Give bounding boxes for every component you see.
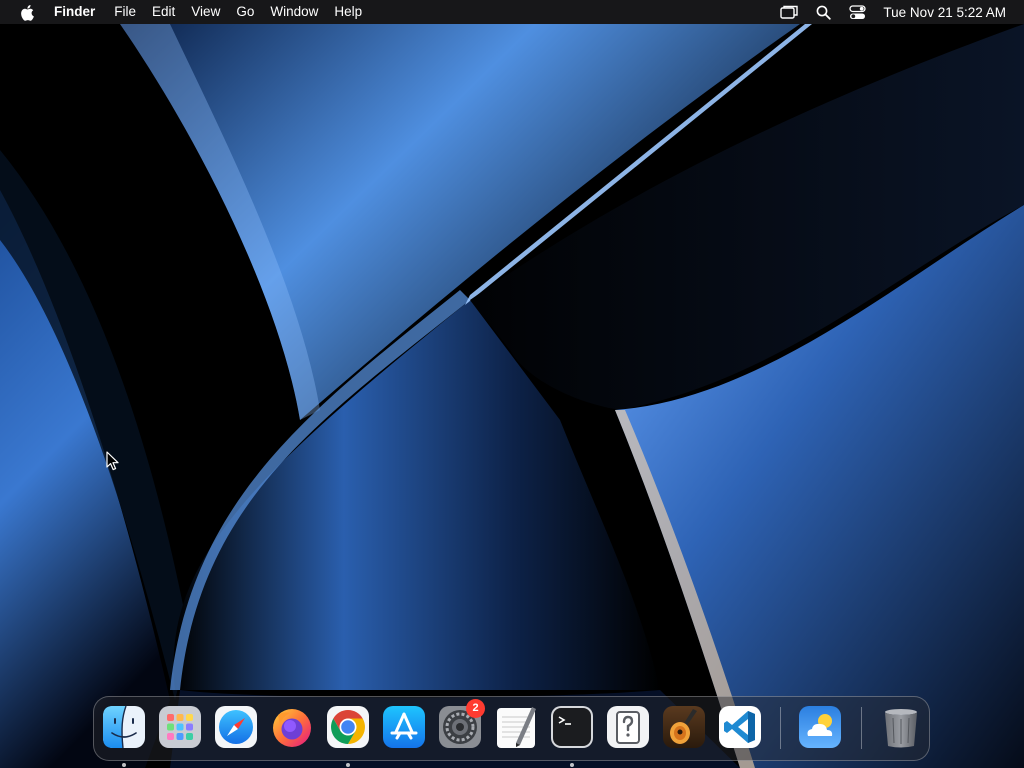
dock-item-vscode[interactable] (718, 705, 762, 749)
mouse-pointer-icon (106, 451, 119, 471)
menu-app-finder[interactable]: Finder (54, 0, 106, 24)
menu-bar-left: Finder File Edit View Go Window Help (0, 0, 370, 24)
dock-separator (780, 707, 781, 749)
dock-item-app-store[interactable] (382, 705, 426, 749)
dock-item-launchpad[interactable] (158, 705, 202, 749)
dock-item-system-settings[interactable]: 2 (438, 699, 485, 749)
firefox-icon (273, 709, 311, 747)
menu-bar-clock[interactable]: Tue Nov 21 5:22 AM (883, 5, 1006, 20)
menu-bar-right: Tue Nov 21 5:22 AM (772, 0, 1024, 24)
trash-icon (885, 709, 917, 748)
menu-bar: Finder File Edit View Go Window Help Tue… (0, 0, 1024, 24)
menu-help[interactable]: Help (326, 0, 370, 24)
vscode-icon (719, 706, 761, 748)
dock: 2 (93, 696, 930, 767)
dock-item-safari[interactable] (214, 705, 258, 749)
screen-mirroring-icon[interactable] (779, 2, 799, 22)
spotlight-search-icon[interactable] (813, 2, 833, 22)
dock-item-terminal[interactable] (550, 705, 594, 767)
menu-go[interactable]: Go (228, 0, 262, 24)
preview-icon (607, 706, 649, 748)
dock-separator (861, 707, 862, 749)
desktop: Finder File Edit View Go Window Help Tue… (0, 0, 1024, 768)
running-indicator (346, 763, 350, 767)
running-indicator (122, 763, 126, 767)
weather-icon (799, 706, 841, 748)
finder-icon (103, 705, 145, 749)
desktop-wallpaper (0, 0, 1024, 768)
dock-item-finder[interactable] (102, 705, 146, 767)
dock-item-preview[interactable] (606, 705, 650, 749)
apple-menu-icon[interactable] (17, 2, 37, 22)
control-center-icon[interactable] (847, 2, 867, 22)
dock-item-chrome[interactable] (326, 705, 370, 767)
menu-view[interactable]: View (183, 0, 228, 24)
garageband-icon (663, 706, 705, 748)
running-indicator (570, 763, 574, 767)
menu-file[interactable]: File (106, 0, 144, 24)
menu-edit[interactable]: Edit (144, 0, 183, 24)
app-store-icon (383, 706, 425, 748)
menu-window[interactable]: Window (262, 0, 326, 24)
safari-icon (215, 706, 257, 748)
dock-item-weather[interactable] (798, 705, 842, 749)
notification-badge: 2 (466, 699, 485, 718)
dock-item-firefox[interactable] (270, 705, 314, 749)
launchpad-icon (159, 706, 201, 748)
textedit-icon (497, 707, 536, 748)
dock-item-garageband[interactable] (662, 705, 706, 749)
chrome-icon (327, 706, 369, 748)
terminal-icon (551, 706, 593, 748)
dock-item-textedit[interactable] (494, 705, 538, 749)
dock-item-trash[interactable] (879, 705, 923, 749)
